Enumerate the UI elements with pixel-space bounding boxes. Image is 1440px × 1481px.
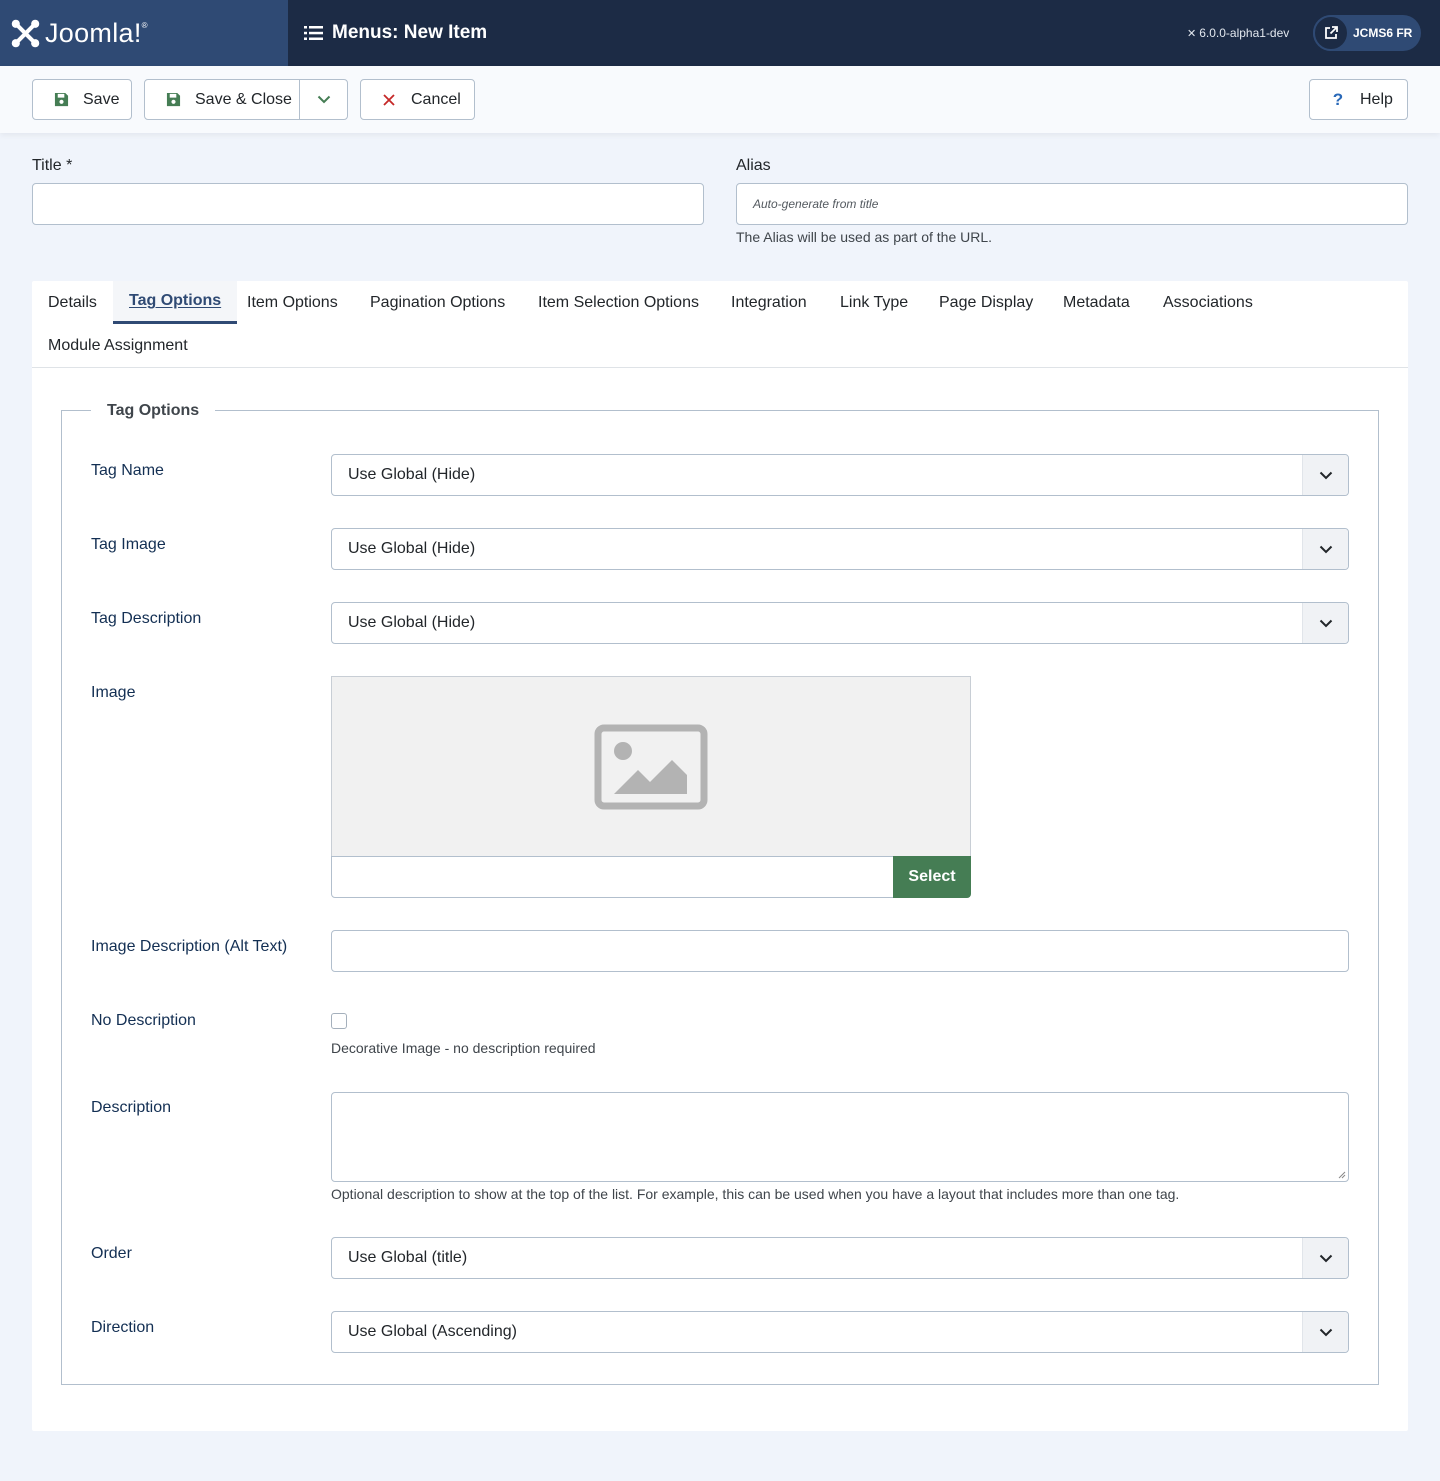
save-icon <box>164 92 182 107</box>
tab-integration[interactable]: Integration <box>715 281 823 324</box>
tag-description-value: Use Global (Hide) <box>348 614 476 631</box>
save-close-label: Save & Close <box>195 90 292 108</box>
image-label: Image <box>91 684 136 701</box>
tab-bar: Details Tag Options Item Options Paginat… <box>32 281 1408 368</box>
tabs-card: Details Tag Options Item Options Paginat… <box>32 281 1408 1431</box>
help-label: Help <box>1360 90 1393 108</box>
title-input[interactable] <box>32 183 704 225</box>
order-value: Use Global (title) <box>348 1249 468 1266</box>
view-site-button[interactable]: JCMS6 FR <box>1313 15 1421 51</box>
no-description-label: No Description <box>91 1012 196 1029</box>
cancel-button[interactable]: Cancel <box>360 79 475 120</box>
tab-page-display[interactable]: Page Display <box>923 281 1049 324</box>
description-label: Description <box>91 1099 172 1116</box>
logo-text: Joomla! <box>45 17 142 48</box>
alias-label: Alias <box>736 157 771 174</box>
question-icon: ? <box>1332 89 1344 109</box>
save-close-button[interactable]: Save & Close <box>144 79 348 120</box>
version-info: ✕ 6.0.0-alpha1-dev <box>1187 0 1289 66</box>
no-description-checkbox[interactable] <box>331 1013 347 1029</box>
tag-name-value: Use Global (Hide) <box>348 466 476 483</box>
joomla-small-icon: ✕ <box>1187 27 1197 40</box>
cancel-label: Cancel <box>411 90 461 108</box>
chevron-down-icon <box>1302 455 1348 495</box>
tab-metadata[interactable]: Metadata <box>1047 281 1146 324</box>
tab-link-type[interactable]: Link Type <box>824 281 924 324</box>
chevron-down-icon <box>1302 1312 1348 1352</box>
joomla-logo-icon <box>11 19 40 47</box>
alt-text-label: Image Description (Alt Text) <box>91 938 288 955</box>
tag-image-select[interactable]: Use Global (Hide) <box>331 528 1349 570</box>
no-description-help: Decorative Image - no description requir… <box>331 1040 596 1056</box>
alias-placeholder: Auto-generate from title <box>753 197 879 211</box>
direction-value: Use Global (Ascending) <box>348 1323 517 1340</box>
tab-pagination-options[interactable]: Pagination Options <box>354 281 521 324</box>
list-icon <box>304 26 323 40</box>
save-icon <box>52 92 70 107</box>
save-label: Save <box>83 90 120 108</box>
toolbar: Save Save & Close Cancel ? Help <box>0 66 1440 133</box>
direction-label: Direction <box>91 1319 155 1336</box>
tag-image-value: Use Global (Hide) <box>348 540 476 557</box>
version-text: 6.0.0-alpha1-dev <box>1199 26 1290 40</box>
help-button[interactable]: ? Help <box>1309 79 1408 120</box>
site-name: JCMS6 FR <box>1353 26 1413 40</box>
page-title: Menus: New Item <box>332 22 488 43</box>
description-help: Optional description to show at the top … <box>331 1186 1180 1202</box>
close-icon <box>380 93 398 106</box>
image-placeholder-icon <box>594 724 708 810</box>
tab-module-assignment[interactable]: Module Assignment <box>32 324 204 367</box>
image-preview[interactable] <box>331 676 971 857</box>
alt-text-input[interactable] <box>331 930 1349 972</box>
tag-description-label: Tag Description <box>91 610 202 627</box>
tag-name-label: Tag Name <box>91 462 164 479</box>
order-select[interactable]: Use Global (title) <box>331 1237 1349 1279</box>
chevron-down-icon <box>1302 603 1348 643</box>
title-label: Title * <box>32 157 73 174</box>
tab-tag-options[interactable]: Tag Options <box>113 281 238 324</box>
chevron-down-icon <box>1302 1238 1348 1278</box>
save-button[interactable]: Save <box>32 79 132 120</box>
chevron-down-icon <box>317 95 331 104</box>
external-link-icon <box>1313 15 1349 51</box>
tag-image-label: Tag Image <box>91 536 166 553</box>
save-options-dropdown[interactable] <box>300 80 348 119</box>
fieldset-legend: Tag Options <box>91 400 216 422</box>
tag-name-select[interactable]: Use Global (Hide) <box>331 454 1349 496</box>
image-select-button[interactable]: Select <box>893 856 971 898</box>
tab-associations[interactable]: Associations <box>1147 281 1269 324</box>
tab-details[interactable]: Details <box>32 281 113 324</box>
description-textarea[interactable] <box>331 1092 1349 1182</box>
alias-help-text: The Alias will be used as part of the UR… <box>736 229 993 245</box>
order-label: Order <box>91 1245 132 1262</box>
direction-select[interactable]: Use Global (Ascending) <box>331 1311 1349 1353</box>
resize-grip-icon[interactable] <box>1338 1171 1346 1179</box>
tab-item-options[interactable]: Item Options <box>231 281 354 324</box>
alias-input[interactable]: Auto-generate from title <box>736 183 1408 225</box>
top-header: Joomla! ® Menus: New Item ✕ 6.0.0-alpha1-… <box>0 0 1440 66</box>
joomla-logo[interactable]: Joomla! ® <box>0 0 288 66</box>
chevron-down-icon <box>1302 529 1348 569</box>
image-path-input[interactable] <box>331 856 894 898</box>
tab-item-selection-options[interactable]: Item Selection Options <box>522 281 715 324</box>
tag-description-select[interactable]: Use Global (Hide) <box>331 602 1349 644</box>
